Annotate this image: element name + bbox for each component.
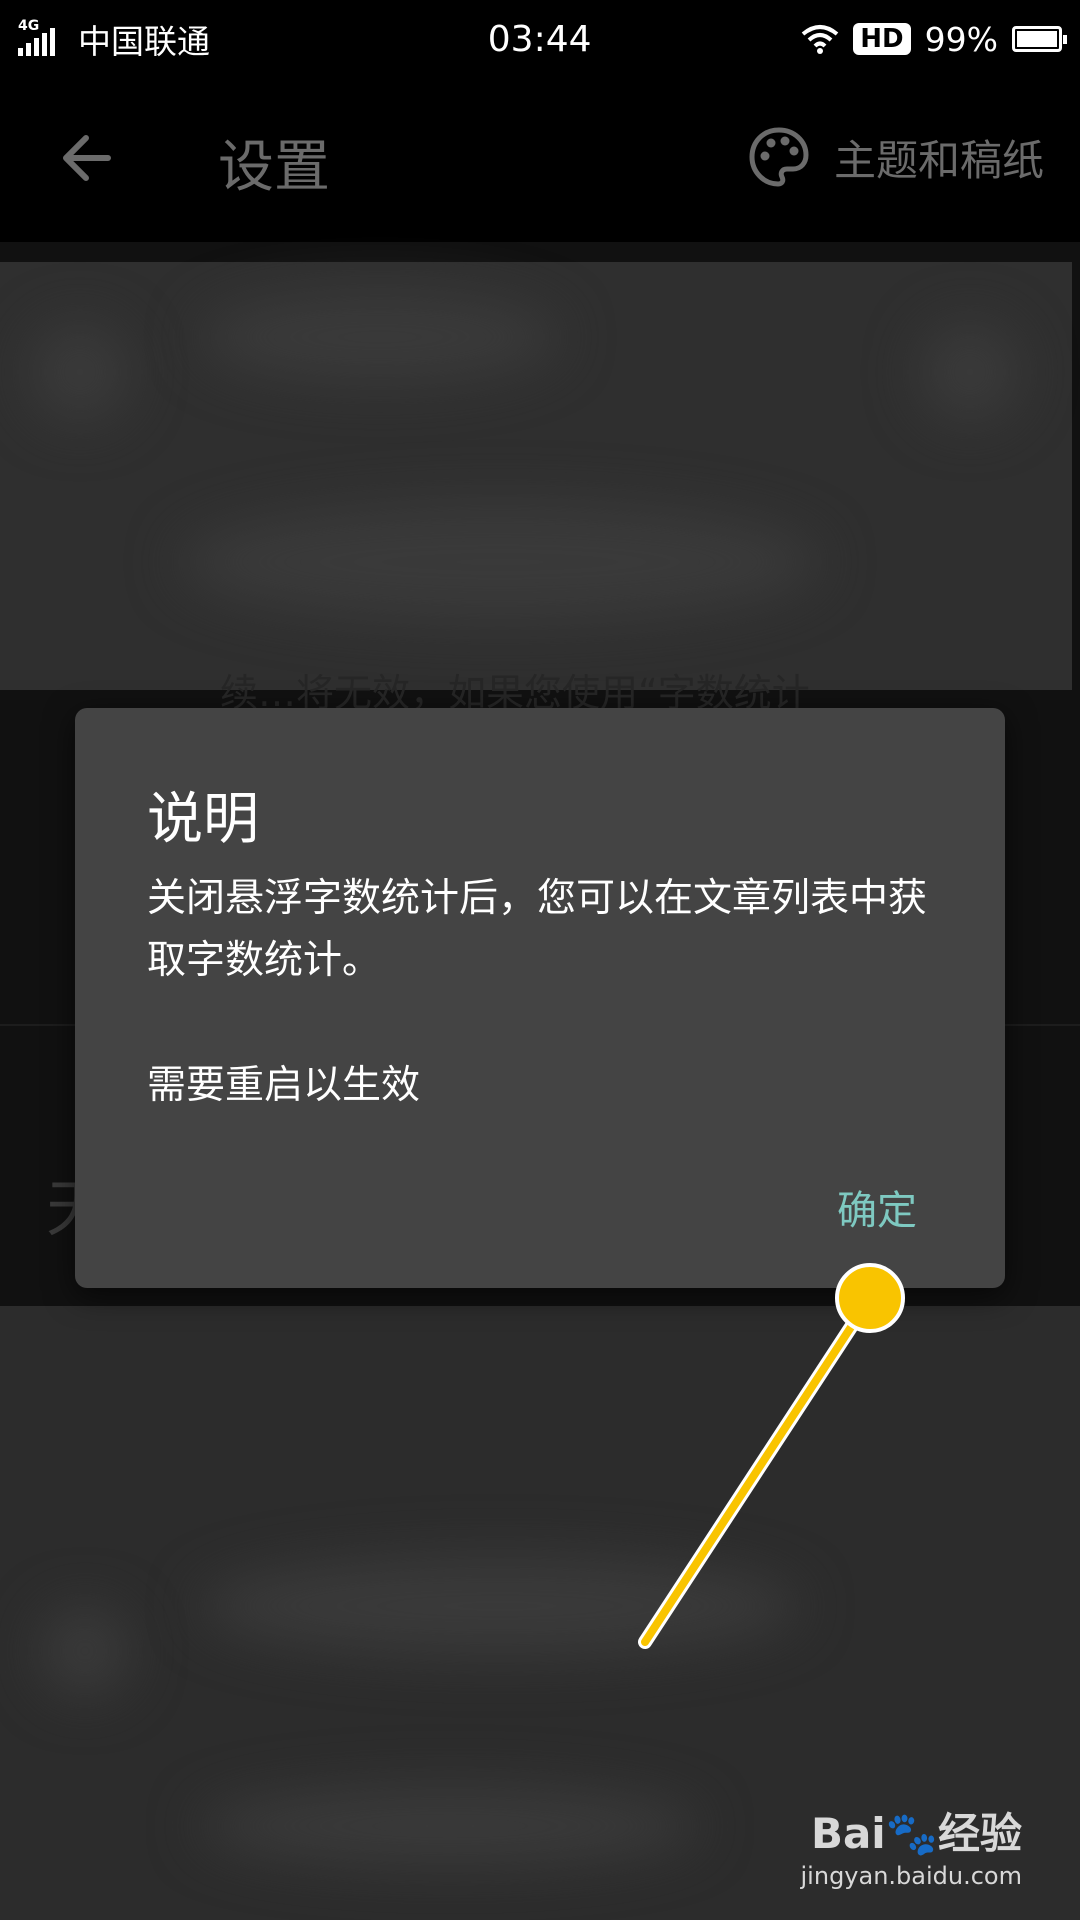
status-time: 03:44 xyxy=(487,18,592,60)
signal-icon: 4G xyxy=(18,18,64,56)
hd-badge: HD xyxy=(853,23,911,55)
palette-icon xyxy=(749,127,809,187)
status-right: HD 99% xyxy=(801,19,1067,59)
dialog-note: 需要重启以生效 xyxy=(147,1063,421,1108)
battery-icon xyxy=(1012,26,1067,52)
info-dialog: 说明 关闭悬浮字数统计后，您可以在文章列表中获取字数统计。 需要重启以生效 确定 xyxy=(75,708,1005,1288)
blurred-settings-card xyxy=(0,262,1072,690)
confirm-button[interactable]: 确定 xyxy=(837,1178,917,1236)
screen: 4G 中国联通 03:44 HD 99% 设置 主题和稿纸 续…将无效，如果您使… xyxy=(0,0,1080,1920)
page-title: 设置 xyxy=(218,135,330,200)
arrow-left-icon[interactable] xyxy=(58,130,114,186)
watermark-url: jingyan.baidu.com xyxy=(800,1862,1022,1890)
dialog-message: 关闭悬浮字数统计后，您可以在文章列表中获取字数统计。 xyxy=(147,876,928,983)
wifi-icon xyxy=(802,25,839,54)
dialog-title: 说明 xyxy=(147,787,259,852)
theme-and-paper-button[interactable]: 主题和稿纸 xyxy=(748,126,1044,188)
carrier-name: 中国联通 xyxy=(78,22,210,61)
app-bar: 设置 主题和稿纸 xyxy=(0,78,1080,242)
status-bar: 4G 中国联通 03:44 HD 99% xyxy=(0,0,1080,78)
theme-label: 主题和稿纸 xyxy=(833,135,1044,185)
battery-percent: 99% xyxy=(924,19,998,59)
watermark-logo: Bai🐾经验 xyxy=(810,1809,1022,1858)
